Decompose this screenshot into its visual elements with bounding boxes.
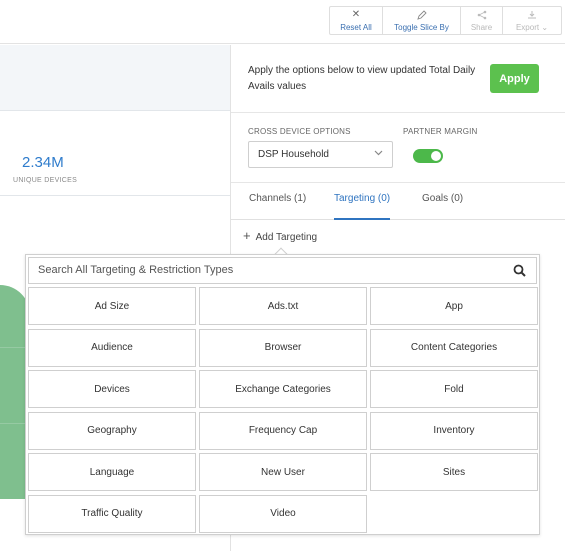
targeting-type-traffic-quality[interactable]: Traffic Quality [28,494,196,533]
share-icon [477,10,487,21]
toggle-knob [431,151,441,161]
add-targeting-button[interactable]: + Add Targeting [243,228,317,243]
toolbar: ✕ Reset All Toggle Slice By Share Export… [329,6,562,35]
top-bar: ✕ Reset All Toggle Slice By Share Export… [0,0,565,44]
toggle-slice-by-label: Toggle Slice By [394,22,449,32]
targeting-type-audience[interactable]: Audience [28,328,196,367]
targeting-type-ads-txt[interactable]: Ads.txt [199,287,367,325]
tab-bar: Channels (1) Targeting (0) Goals (0) [231,184,565,220]
share-label: Share [470,22,493,32]
apply-section: Apply the options below to view updated … [231,45,565,113]
targeting-dropdown: Ad Size Ads.txt App Audience Browser Con… [25,254,540,535]
targeting-type-new-user[interactable]: New User [199,453,367,491]
targeting-type-exchange-categories[interactable]: Exchange Categories [199,370,367,408]
unique-devices-value: 2.34M [22,154,64,171]
apply-message: Apply the options below to view updated … [248,65,476,92]
add-targeting-label: Add Targeting [255,232,318,243]
reset-all-button[interactable]: ✕ Reset All [330,7,383,34]
cross-device-label: CROSS DEVICE OPTIONS [248,127,351,136]
options-section: CROSS DEVICE OPTIONS DSP Household PARTN… [231,114,565,183]
cross-device-select[interactable]: DSP Household [248,141,393,168]
share-button[interactable]: Share [461,7,503,34]
targeting-search [28,257,537,284]
partner-margin-toggle[interactable] [413,149,443,163]
targeting-type-browser[interactable]: Browser [199,328,367,367]
targeting-type-language[interactable]: Language [28,453,196,491]
targeting-type-app[interactable]: App [370,287,538,325]
tab-goals[interactable]: Goals (0) [422,193,463,220]
apply-button[interactable]: Apply [490,64,539,93]
targeting-type-devices[interactable]: Devices [28,370,196,408]
reset-all-label: Reset All [340,22,372,32]
left-header-area [0,45,230,111]
toggle-slice-by-button[interactable]: Toggle Slice By [383,7,461,34]
unique-devices-label: UNIQUE DEVICES [13,177,78,184]
targeting-type-content-categories[interactable]: Content Categories [370,328,538,367]
targeting-type-video[interactable]: Video [199,494,367,533]
targeting-search-input[interactable] [38,264,508,276]
partner-margin-label: PARTNER MARGIN [403,127,478,136]
targeting-type-geography[interactable]: Geography [28,411,196,450]
targeting-type-fold[interactable]: Fold [370,370,538,408]
search-icon[interactable] [513,264,526,277]
targeting-type-grid: Ad Size Ads.txt App Audience Browser Con… [28,287,538,533]
targeting-type-ad-size[interactable]: Ad Size [28,287,196,325]
export-button[interactable]: Export ⌄ [503,7,561,34]
plus-icon: + [243,228,251,243]
download-icon [527,10,537,21]
chevron-down-icon [373,147,384,161]
close-icon: ✕ [351,8,361,20]
export-label: Export ⌄ [515,22,549,32]
tab-targeting[interactable]: Targeting (0) [334,193,391,220]
cross-device-value: DSP Household [258,149,329,160]
unique-devices-stat: 2.34M UNIQUE DEVICES [0,112,230,196]
targeting-type-sites[interactable]: Sites [370,453,538,491]
pencil-icon [416,9,427,21]
targeting-type-frequency-cap[interactable]: Frequency Cap [199,411,367,450]
tab-channels[interactable]: Channels (1) [249,193,306,220]
targeting-type-inventory[interactable]: Inventory [370,411,538,450]
chevron-down-icon: ⌄ [539,22,549,32]
